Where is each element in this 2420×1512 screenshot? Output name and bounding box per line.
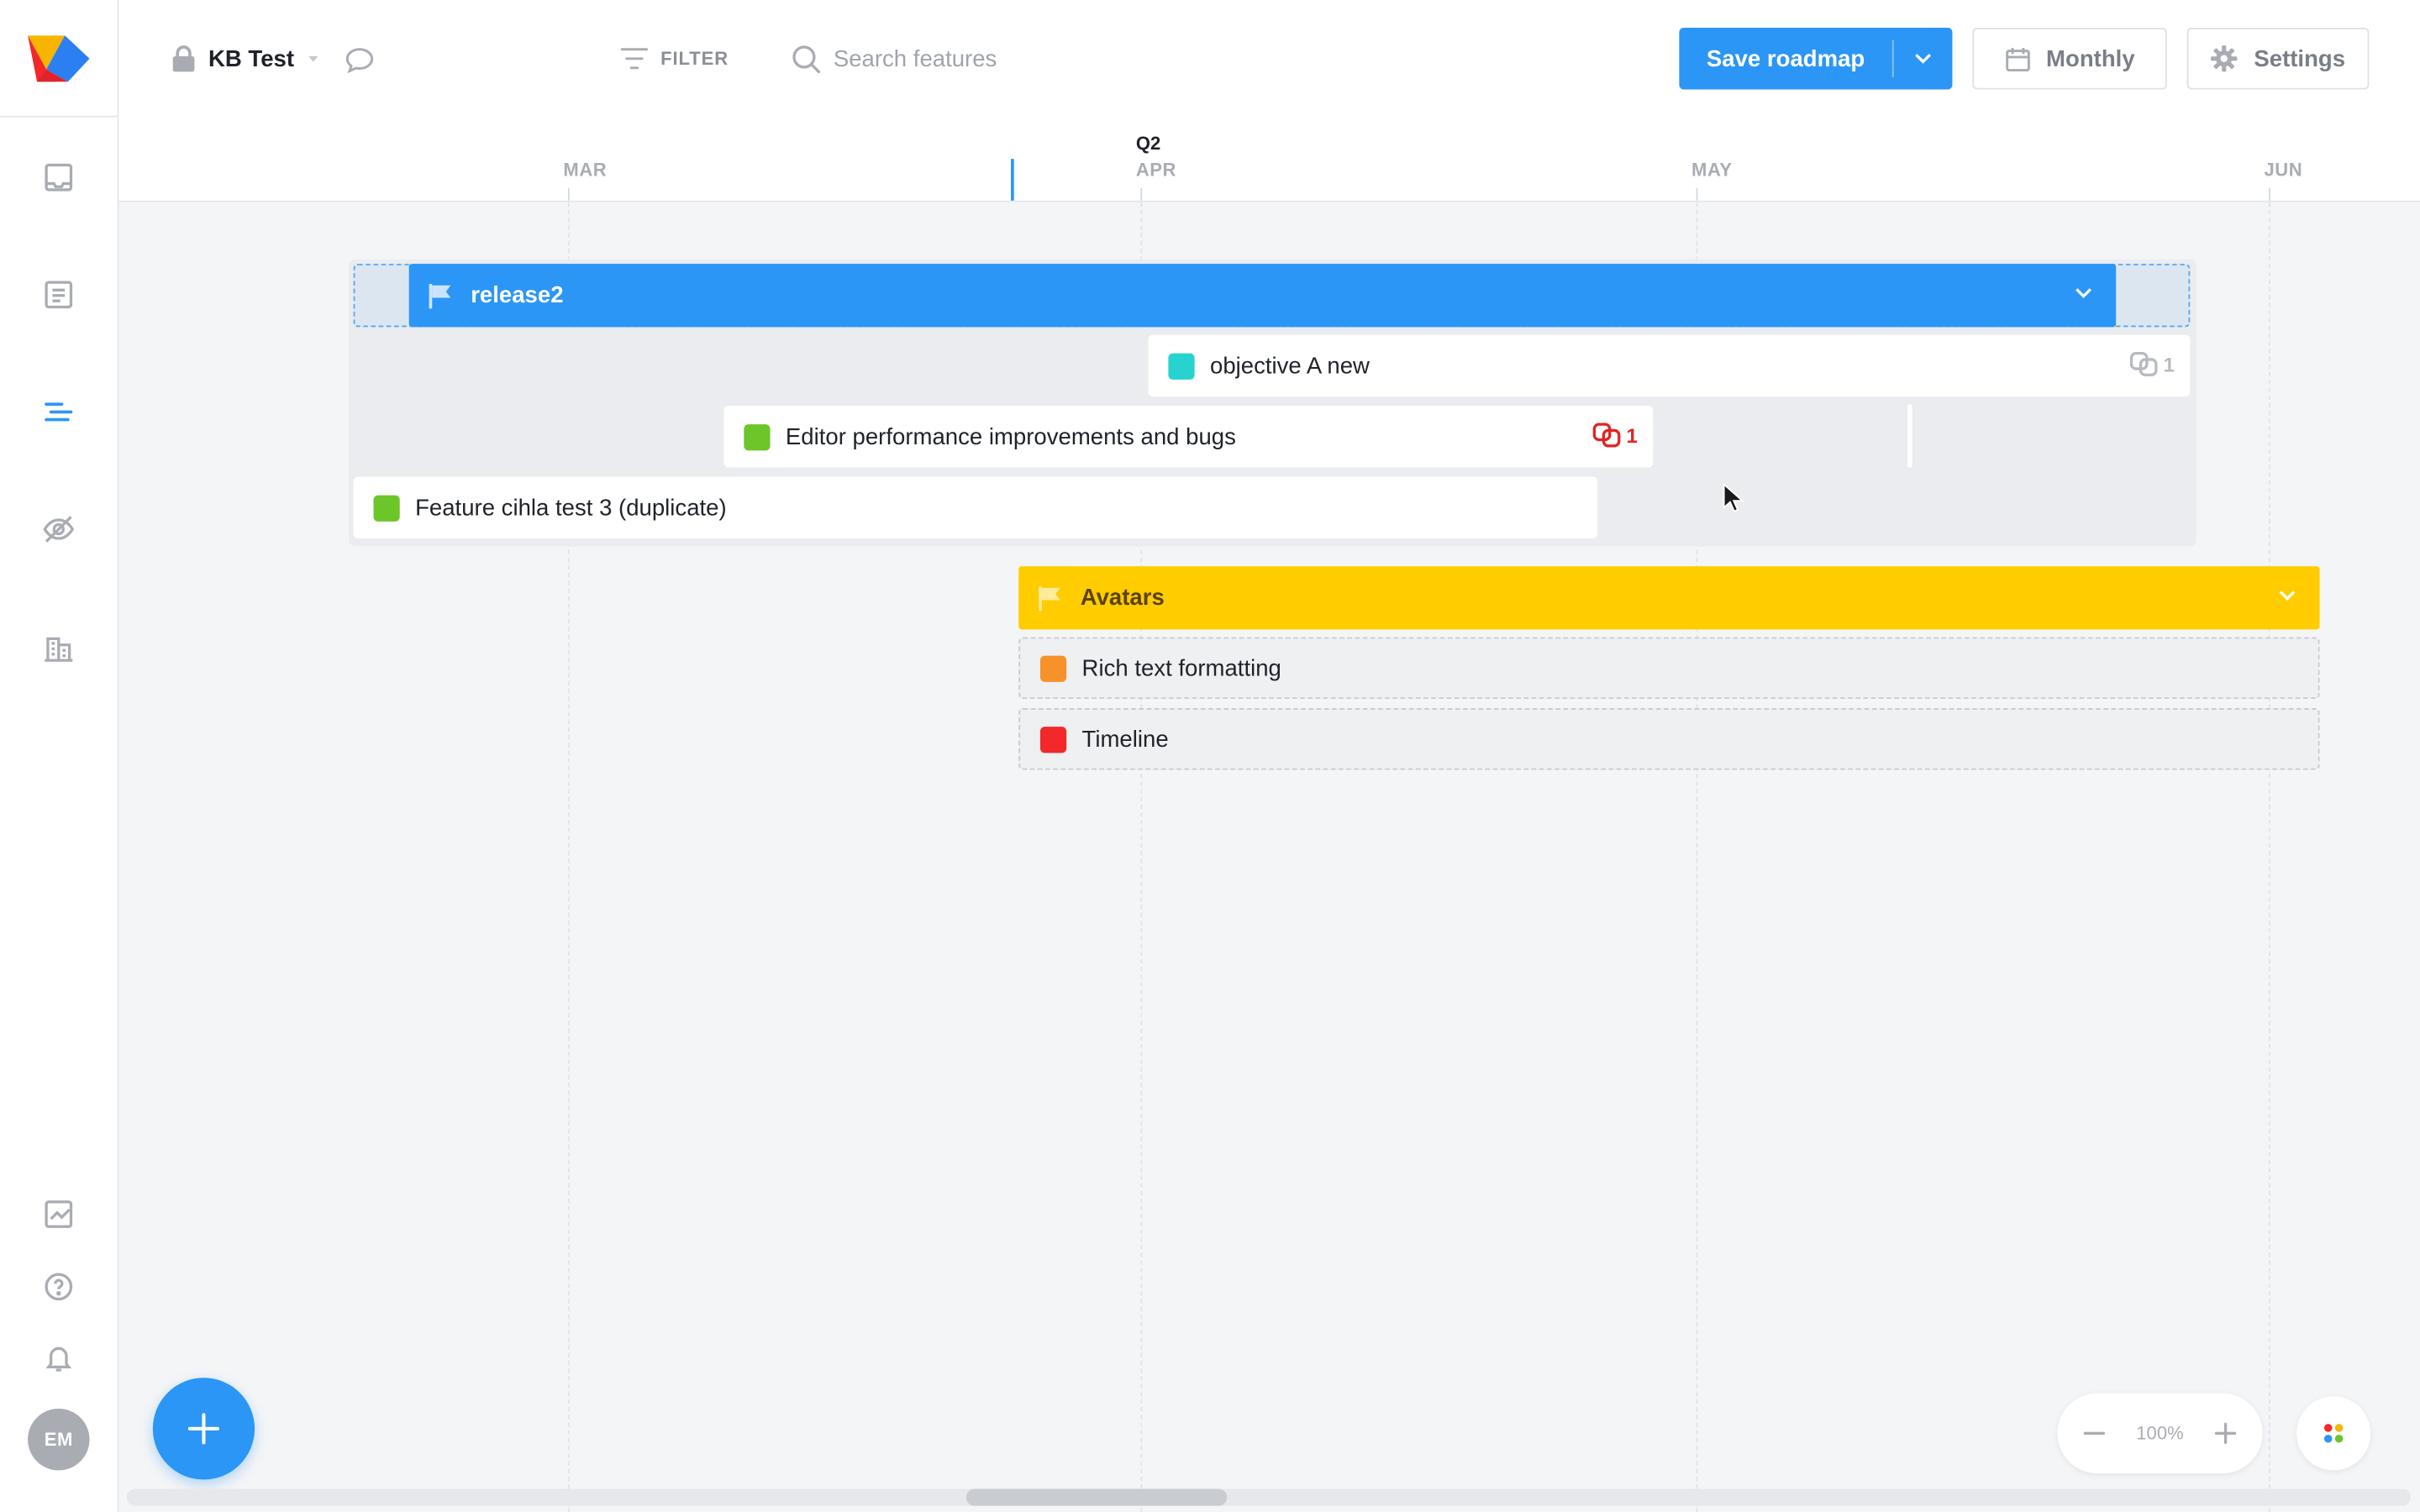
hidden-icon[interactable] [34, 505, 83, 554]
search-box [792, 31, 1502, 87]
roadmap-icon[interactable] [34, 387, 83, 437]
logo-icon [28, 34, 90, 81]
list-icon[interactable] [34, 270, 83, 319]
month-label: MAR [563, 159, 608, 181]
release-name: release2 [471, 282, 564, 309]
analytics-icon[interactable] [34, 1189, 83, 1239]
zoom-level: 100% [2136, 1422, 2184, 1445]
feature-color-swatch [744, 423, 771, 450]
calendar-icon [2005, 47, 2030, 71]
month-gridline [2269, 202, 2270, 1512]
link-icon [2129, 351, 2158, 376]
month-label: APR [1135, 159, 1177, 181]
buildings-icon[interactable] [34, 623, 83, 673]
horizontal-scrollbar[interactable] [126, 1488, 2411, 1506]
dependency-badge[interactable]: 1 [1592, 423, 1638, 448]
link-icon [1592, 423, 1620, 448]
view-monthly-button[interactable]: Monthly [1972, 28, 2167, 90]
zoom-in-icon[interactable] [2213, 1421, 2238, 1446]
release-bar[interactable]: release2 [408, 264, 2117, 328]
avatar[interactable]: EM [28, 1408, 90, 1471]
caret-down-icon [308, 56, 318, 62]
apps-grid-icon [2323, 1424, 2344, 1443]
release-bar[interactable]: Avatars [1018, 566, 2320, 630]
sidebar: EM [0, 0, 119, 1512]
roadmap-app: EM KB Test FILTER Save roadmap [0, 0, 2420, 1512]
today-marker [1011, 159, 1014, 201]
save-roadmap-button: Save roadmap [1679, 28, 1953, 90]
feature-card[interactable]: objective A new 1 [1148, 334, 2191, 397]
zoom-control: 100% [2057, 1393, 2263, 1474]
month-label: MAY [1691, 159, 1733, 181]
zoom-out-icon[interactable] [2082, 1421, 2107, 1446]
release-name: Avatars [1080, 585, 1165, 612]
feature-card[interactable]: Feature cihla test 3 (duplicate) [353, 476, 1598, 539]
project-selector[interactable]: KB Test [171, 37, 319, 80]
filter-label: FILTER [660, 47, 729, 70]
feature-card[interactable]: Timeline [1018, 708, 2320, 770]
month-tick [1696, 188, 1698, 201]
feature-name: objective A new [1210, 352, 1370, 379]
lock-icon [172, 45, 195, 72]
flag-icon [429, 283, 451, 308]
chevron-down-icon[interactable] [2276, 585, 2298, 606]
bell-icon[interactable] [34, 1333, 83, 1383]
month-label: JUN [2264, 159, 2303, 181]
dependency-badge[interactable]: 1 [2129, 351, 2175, 376]
month-tick [2269, 188, 2270, 201]
top-bar: KB Test FILTER Save roadmap Monthly [118, 0, 2420, 118]
chevron-down-icon[interactable] [2073, 282, 2095, 304]
feature-card[interactable]: Rich text formatting [1018, 637, 2320, 700]
scrollbar-thumb[interactable] [965, 1488, 1228, 1506]
save-roadmap-label[interactable]: Save roadmap [1679, 45, 1891, 71]
timeline-header: Q2 MAR APR MAY JUN [118, 117, 2420, 202]
view-label: Monthly [2046, 45, 2135, 72]
filter-button[interactable]: FILTER [620, 40, 729, 77]
add-button[interactable] [152, 1378, 255, 1480]
quarter-label: Q2 [1135, 132, 1161, 155]
comment-icon[interactable] [343, 43, 376, 76]
dependency-count: 1 [2163, 352, 2175, 376]
mouse-cursor-icon [1723, 482, 1744, 512]
month-tick [1140, 188, 1143, 201]
feature-name: Rich text formatting [1081, 654, 1281, 681]
feature-name: Timeline [1081, 726, 1169, 753]
dependency-count: 1 [1626, 423, 1638, 447]
feature-name: Feature cihla test 3 (duplicate) [415, 494, 727, 521]
gear-icon [2211, 45, 2238, 72]
app-logo[interactable] [0, 0, 118, 118]
help-icon[interactable] [34, 1262, 83, 1311]
search-input[interactable] [833, 45, 1451, 72]
feature-card[interactable]: Editor performance improvements and bugs… [723, 406, 1654, 468]
resize-handle[interactable] [1907, 404, 1912, 468]
inbox-icon[interactable] [34, 153, 83, 202]
feature-color-swatch [1039, 654, 1067, 681]
search-icon [792, 45, 821, 73]
project-name: KB Test [208, 45, 295, 72]
flag-icon [1039, 585, 1060, 611]
settings-label: Settings [2254, 45, 2346, 72]
feature-name: Editor performance improvements and bugs [785, 423, 1236, 450]
filter-icon [620, 48, 649, 70]
feature-color-swatch [1039, 726, 1067, 753]
feature-color-swatch [373, 494, 400, 521]
save-options-chevron-icon[interactable] [1894, 28, 1953, 89]
feature-color-swatch [1168, 352, 1195, 379]
plus-icon [187, 1413, 219, 1445]
month-tick [567, 188, 570, 201]
settings-button[interactable]: Settings [2186, 28, 2370, 90]
apps-icon[interactable] [2296, 1396, 2371, 1471]
